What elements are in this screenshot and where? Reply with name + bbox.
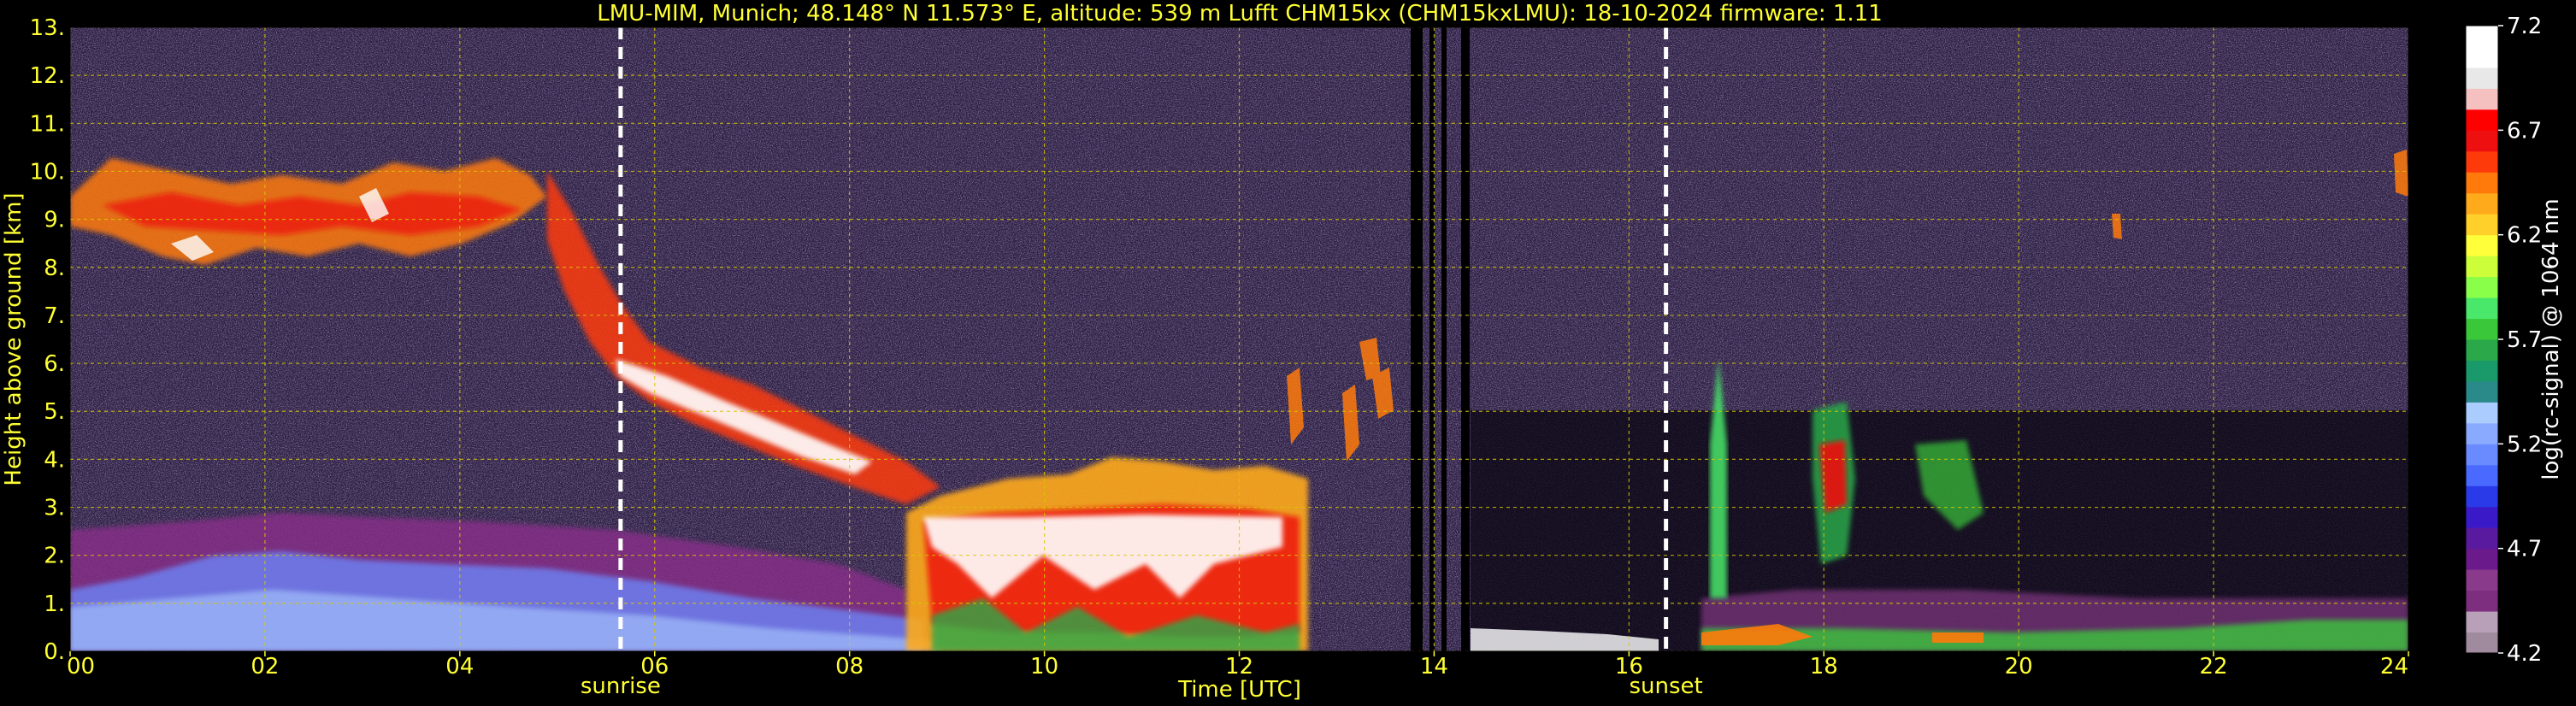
colorbar-swatch	[2466, 360, 2498, 382]
x-tick-label: 10	[1030, 654, 1058, 680]
colorbar-swatch	[2466, 234, 2498, 256]
colorbar-tick-label: 5.2	[2507, 432, 2542, 457]
colorbar-ticks: 7.2 6.7 6.2 5.7 5.2 4.7 4.2	[2498, 14, 2542, 667]
colorbar-swatch	[2466, 26, 2498, 47]
colorbar-tick-label: 6.2	[2507, 223, 2542, 249]
chart-title: LMU-MIM, Munich; 48.148° N 11.573° E, al…	[597, 1, 1882, 26]
x-tick-label: 22	[2200, 654, 2228, 680]
colorbar-swatch	[2466, 548, 2498, 570]
colorbar-swatch	[2466, 590, 2498, 612]
colorbar-tick-label: 6.7	[2507, 118, 2542, 144]
colorbar-swatch	[2466, 444, 2498, 466]
colorbar-label: log(rc-signal) @ 1064 nm	[2538, 198, 2564, 479]
ceilometer-chart: 00 02 04 06 08 10 12 14 16 18 20 22 24 0.1.2.3.4.5.6…	[1, 1, 2564, 703]
colorbar-tick-label: 7.2	[2507, 14, 2542, 39]
y-tick-label: 3.	[44, 496, 65, 521]
colorbar	[2465, 25, 2499, 654]
colorbar-swatch	[2466, 276, 2498, 298]
colorbar-swatch	[2466, 527, 2498, 550]
x-axis-label: Time [UTC]	[1177, 677, 1301, 703]
data-gap-1	[1411, 27, 1423, 651]
colorbar-swatch	[2466, 88, 2498, 110]
annotation-label: sunrise	[581, 674, 661, 699]
y-tick-label: 7.	[44, 303, 65, 329]
colorbar-tick-label: 4.7	[2507, 537, 2542, 562]
x-tick-label: 02	[251, 654, 279, 680]
y-axis-label: Height above ground [km]	[1, 192, 27, 485]
x-tick-label: 00	[67, 654, 95, 680]
colorbar-swatch	[2466, 46, 2498, 68]
x-axis-ticks: 00 02 04 06 08 10 12 14 16 18 20 22 24	[67, 651, 2409, 680]
y-tick-label: 5.	[44, 399, 65, 425]
colorbar-swatch	[2466, 632, 2498, 654]
colorbar-swatch	[2466, 485, 2498, 508]
colorbar-swatch	[2466, 464, 2498, 486]
x-tick-label: 14	[1420, 654, 1448, 680]
y-tick-label: 11.	[30, 111, 65, 137]
colorbar-swatch	[2466, 67, 2498, 89]
colorbar-swatch	[2466, 506, 2498, 528]
colorbar-swatch	[2466, 130, 2498, 152]
y-tick-label: 8.	[44, 256, 65, 281]
y-axis-ticks: 0. 1. 2. 3. 4. 5. 6. 7. 8. 9. 10. 11. 12. 13.	[30, 15, 65, 665]
colorbar-swatch	[2466, 256, 2498, 278]
y-tick-label: 13.	[30, 15, 65, 41]
x-tick-label: 04	[445, 654, 474, 680]
data-gap-4	[1461, 27, 1470, 651]
annotation-labels: sunrise sunset	[581, 674, 1703, 699]
y-tick-label: 12.	[30, 63, 65, 89]
colorbar-swatch	[2466, 192, 2498, 215]
y-tick-label: 1.	[44, 591, 65, 617]
colorbar-tick-label: 4.2	[2507, 641, 2542, 667]
x-tick-label: 24	[2380, 654, 2408, 680]
y-tick-label: 4.	[44, 447, 65, 473]
colorbar-swatch	[2466, 569, 2498, 591]
data-gap-2	[1429, 27, 1435, 651]
annotation-label: sunset	[1630, 674, 1703, 699]
colorbar-swatch	[2466, 172, 2498, 194]
y-tick-label: 0.	[44, 639, 65, 665]
y-tick-label: 10.	[30, 159, 65, 185]
colorbar-swatch	[2466, 422, 2498, 444]
y-tick-label: 9.	[44, 208, 65, 233]
colorbar-swatch	[2466, 402, 2498, 424]
y-tick-label: 6.	[44, 351, 65, 377]
colorbar-swatch	[2466, 380, 2498, 403]
y-tick-label: 2.	[44, 544, 65, 569]
data-gap-3	[1441, 27, 1447, 651]
colorbar-swatch	[2466, 339, 2498, 361]
colorbar-swatch	[2466, 297, 2498, 320]
x-tick-label: 20	[2005, 654, 2033, 680]
colorbar-swatch	[2466, 611, 2498, 633]
colorbar-swatch	[2466, 109, 2498, 131]
colorbar-swatch	[2466, 150, 2498, 173]
x-tick-label: 18	[1810, 654, 1838, 680]
colorbar-swatch	[2466, 318, 2498, 340]
colorbar-tick-label: 5.7	[2507, 327, 2542, 353]
colorbar-swatch	[2466, 214, 2498, 236]
x-tick-label: 08	[835, 654, 864, 680]
x-tick-label: 12	[1225, 654, 1253, 680]
